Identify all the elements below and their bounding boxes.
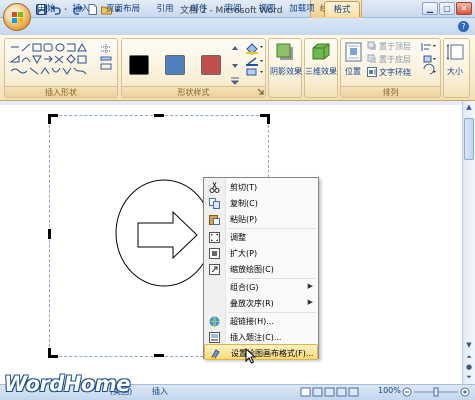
menu-item-expand[interactable]: 扩大(P) — [204, 245, 318, 261]
wordhome-watermark: WordHome — [4, 372, 130, 396]
hyperlink-icon — [209, 316, 220, 327]
group-insert-shapes: 插入形状 — [4, 38, 118, 98]
shape-style-blue[interactable] — [165, 55, 185, 75]
menu-item-fit[interactable]: 调整 — [204, 229, 318, 245]
scale-icon — [209, 264, 220, 275]
ruler-strip — [0, 101, 462, 105]
dialog-launcher-icon[interactable] — [257, 88, 264, 95]
menu-item-label: 扩大(P) — [230, 249, 258, 258]
caption-icon — [209, 332, 220, 343]
canvas-handle-top[interactable] — [154, 114, 164, 117]
submenu-arrow-icon: ▶ — [307, 282, 313, 290]
menu-item-label: 调整 — [230, 233, 246, 242]
text-wrapping-icon — [367, 67, 377, 77]
menu-item-insert-caption[interactable]: 插入题注(C)... — [204, 329, 318, 345]
canvas-handle-bottom[interactable] — [154, 354, 164, 357]
copy-icon — [209, 198, 220, 209]
menu-item-cut[interactable]: 剪切(T) — [204, 179, 318, 195]
menu-item-label: 插入题注(C)... — [230, 333, 282, 342]
submenu-arrow-icon: ▶ — [307, 298, 313, 306]
canvas-handle-bottom-left[interactable] — [48, 348, 58, 358]
menu-item-group[interactable]: 组合(G) ▶ — [204, 279, 318, 295]
group-label-shape-styles: 形状样式 — [122, 86, 265, 97]
group-label-insert-shapes: 插入形状 — [5, 86, 117, 97]
menu-item-copy[interactable]: 复制(C) — [204, 195, 318, 211]
view-buttons[interactable] — [300, 387, 360, 397]
style-gallery-scroll[interactable] — [230, 42, 240, 86]
menu-item-label: 粘贴(P) — [230, 215, 258, 224]
shape-style-black[interactable] — [129, 55, 149, 75]
menu-item-label: 缩放绘图(C) — [230, 265, 274, 274]
tab-view[interactable]: 视图 — [252, 1, 282, 17]
fit-icon — [209, 232, 220, 243]
context-menu: 剪切(T) 复制(C) 粘贴(P) 调整 扩大(P) 缩放绘图(C) 组合(G)… — [203, 177, 319, 360]
menu-item-label: 设置绘图画布格式(F)... — [231, 349, 314, 358]
scroll-up-icon[interactable]: ▲ — [463, 102, 475, 113]
text-wrapping-button[interactable]: 文字环绕 — [379, 67, 411, 78]
tab-home[interactable]: 开始 — [32, 1, 62, 17]
office-button[interactable] — [3, 3, 31, 31]
canvas-handle-left[interactable] — [48, 229, 51, 239]
tab-references[interactable]: 引用 — [150, 1, 180, 17]
tab-add-ins[interactable]: 加载项 — [284, 1, 320, 17]
ribbon-tab-row — [0, 18, 475, 35]
office-logo-icon — [12, 12, 23, 23]
scissors-icon — [209, 182, 220, 193]
paste-icon — [209, 215, 220, 225]
next-page-icon[interactable]: ⏷ — [463, 372, 475, 383]
window-controls: ▁ ▢ ✕ — [422, 2, 472, 15]
minimize-button[interactable]: ▁ — [422, 2, 438, 15]
menu-item-paste[interactable]: 粘贴(P) — [204, 211, 318, 227]
shape-style-red[interactable] — [201, 55, 221, 75]
send-to-back-button[interactable]: 置于底层 — [379, 54, 411, 65]
zoom-level[interactable]: 100% — [378, 386, 401, 395]
size-icon[interactable] — [446, 41, 468, 63]
menu-item-label: 剪切(T) — [230, 183, 258, 192]
maximize-button[interactable]: ▢ — [439, 2, 455, 15]
menu-item-hyperlink[interactable]: 超链接(H)... — [204, 313, 318, 329]
position-button[interactable]: 位置 — [345, 66, 361, 77]
close-button[interactable]: ✕ — [456, 2, 472, 15]
position-icon[interactable] — [343, 41, 365, 63]
shadow-effect-button[interactable]: 阴影效果 — [270, 66, 302, 77]
fill-outline-tools[interactable] — [244, 41, 264, 77]
tab-page-layout[interactable]: 页面布局 — [100, 1, 146, 17]
help-icon[interactable]: ? — [458, 21, 469, 32]
bring-to-front-button[interactable]: 置于顶层 — [379, 41, 411, 52]
tab-review[interactable]: 审阅 — [218, 1, 248, 17]
3d-effect-icon[interactable] — [310, 41, 332, 63]
canvas-handle-top-left[interactable] — [48, 114, 58, 124]
shadow-effect-icon[interactable] — [274, 41, 296, 63]
format-icon — [211, 349, 220, 359]
size-button[interactable]: 大小 — [447, 66, 463, 77]
mouse-cursor-icon — [245, 348, 257, 364]
menu-item-format-drawing-canvas[interactable]: 设置绘图画布格式(F)... — [204, 344, 318, 360]
status-insert-mode[interactable]: 插入 — [152, 386, 168, 397]
tab-insert[interactable]: 插入 — [66, 1, 96, 17]
canvas-handle-top-right[interactable] — [260, 114, 270, 124]
shapes-gallery[interactable] — [8, 41, 94, 77]
menu-item-label: 超链接(H)... — [230, 317, 274, 326]
3d-effect-button[interactable]: 三维效果 — [305, 66, 337, 77]
tab-mailings[interactable]: 邮件 — [184, 1, 214, 17]
align-group-rotate-icons[interactable] — [420, 41, 436, 77]
bring-to-front-icon — [367, 41, 376, 50]
shape-tools-icon[interactable] — [99, 43, 113, 73]
menu-item-label: 复制(C) — [230, 199, 258, 208]
menu-item-label: 组合(G) — [230, 283, 259, 292]
expand-icon — [209, 248, 220, 259]
circle-with-arrow-drawing[interactable] — [113, 178, 215, 288]
group-label-arrange: 排列 — [341, 86, 440, 97]
menu-item-order[interactable]: 叠放次序(R) ▶ — [204, 295, 318, 311]
tab-format[interactable]: 格式 — [324, 1, 360, 17]
send-to-back-icon — [367, 54, 376, 63]
scroll-down-icon[interactable]: ▼ — [463, 340, 475, 351]
zoom-slider[interactable] — [402, 387, 470, 397]
menu-item-label: 叠放次序(R) — [230, 299, 274, 308]
vertical-scroll-thumb[interactable] — [464, 118, 474, 160]
menu-item-scale-drawing[interactable]: 缩放绘图(C) — [204, 261, 318, 277]
